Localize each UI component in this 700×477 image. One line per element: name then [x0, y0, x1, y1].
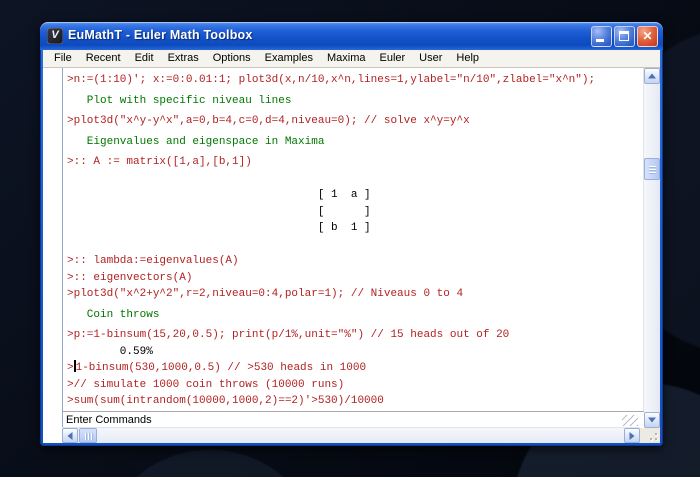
console-line: [ b 1 ]	[67, 222, 371, 234]
menu-bar: File Recent Edit Extras Options Examples Maxim…	[43, 50, 660, 68]
thumb-grip-icon	[649, 166, 656, 174]
command-input[interactable]: Enter Commands	[62, 411, 644, 428]
menu-item-user[interactable]: User	[412, 50, 449, 67]
menu-item-help[interactable]: Help	[449, 50, 486, 67]
window-title: EuMathT - Euler Math Toolbox	[68, 28, 253, 42]
console-line: >1-binsum(530,1000,0.5) // >530 heads in…	[67, 360, 367, 374]
window-controls: ✕	[591, 26, 658, 47]
console-line: Plot with specific niveau lines	[67, 94, 292, 107]
chevron-left-icon	[67, 431, 73, 440]
resize-grip[interactable]	[640, 428, 660, 443]
minimize-button[interactable]	[591, 26, 612, 47]
console-line: >:: eigenvectors(A)	[67, 271, 193, 284]
command-hint: Enter Commands	[66, 414, 152, 426]
window-frame: File Recent Edit Extras Options Examples Maxim…	[43, 50, 660, 443]
menu-item-recent[interactable]: Recent	[79, 50, 128, 67]
console-line: >// simulate 1000 coin throws (10000 run…	[67, 378, 345, 391]
chevron-right-icon	[629, 431, 635, 440]
horizontal-scrollbar[interactable]	[62, 427, 640, 443]
menu-item-options[interactable]: Options	[206, 50, 258, 67]
scroll-up-button[interactable]	[644, 68, 660, 84]
console-line: Coin throws	[67, 308, 160, 321]
title-bar[interactable]: V EuMathT - Euler Math Toolbox ✕	[40, 22, 663, 50]
app-window: V EuMathT - Euler Math Toolbox ✕ File Rec…	[40, 22, 663, 446]
maximize-icon	[619, 31, 629, 41]
console-line: >sum(sum(intrandom(10000,1000,2)==2)'>53…	[67, 395, 384, 407]
thumb-grip-icon	[85, 433, 93, 440]
console-line: >p:=1-binsum(15,20,0.5); print(p/1%,unit…	[67, 329, 510, 341]
text-caret	[73, 360, 76, 372]
scroll-down-button[interactable]	[644, 412, 660, 428]
menu-item-maxima[interactable]: Maxima	[320, 50, 373, 67]
console-line: [ 1 a ]	[67, 189, 371, 201]
client-area: >n:=(1:10)'; x:=0:0.01:1; plot3d(x,n/10,…	[43, 68, 660, 443]
minimize-icon	[596, 39, 604, 42]
console-line: >:: lambda:=eigenvalues(A)	[67, 255, 239, 267]
close-button[interactable]: ✕	[637, 26, 658, 47]
console-line: Eigenvalues and eigenspace in Maxima	[67, 135, 325, 148]
console-line: >n:=(1:10)'; x:=0:0.01:1; plot3d(x,n/10,…	[67, 74, 596, 86]
chevron-down-icon	[648, 417, 656, 423]
vertical-scrollbar[interactable]	[643, 68, 660, 428]
command-resize-grip[interactable]	[622, 415, 638, 426]
horizontal-scroll-thumb[interactable]	[79, 428, 97, 443]
console-line: >plot3d("x^2+y^2",r=2,niveau=0:4,polar=1…	[67, 288, 464, 300]
console-line: >plot3d("x^y-y^x",a=0,b=4,c=0,d=4,niveau…	[67, 115, 470, 127]
console-line: [ ]	[67, 205, 371, 218]
maximize-button[interactable]	[614, 26, 635, 47]
menu-item-edit[interactable]: Edit	[128, 50, 161, 67]
menu-item-extras[interactable]: Extras	[161, 50, 206, 67]
console-line: 0.59%	[67, 345, 153, 358]
app-icon[interactable]: V	[47, 28, 63, 44]
close-icon: ✕	[642, 29, 653, 43]
chevron-up-icon	[648, 73, 656, 79]
scroll-left-button[interactable]	[62, 428, 78, 443]
console-line: >:: A := matrix([1,a],[b,1])	[67, 156, 252, 168]
scroll-right-button[interactable]	[624, 428, 640, 443]
menu-item-examples[interactable]: Examples	[258, 50, 320, 67]
vertical-scroll-thumb[interactable]	[644, 158, 660, 180]
menu-item-euler[interactable]: Euler	[372, 50, 412, 67]
console-output[interactable]: >n:=(1:10)'; x:=0:0.01:1; plot3d(x,n/10,…	[62, 68, 644, 411]
menu-item-file[interactable]: File	[47, 50, 79, 67]
